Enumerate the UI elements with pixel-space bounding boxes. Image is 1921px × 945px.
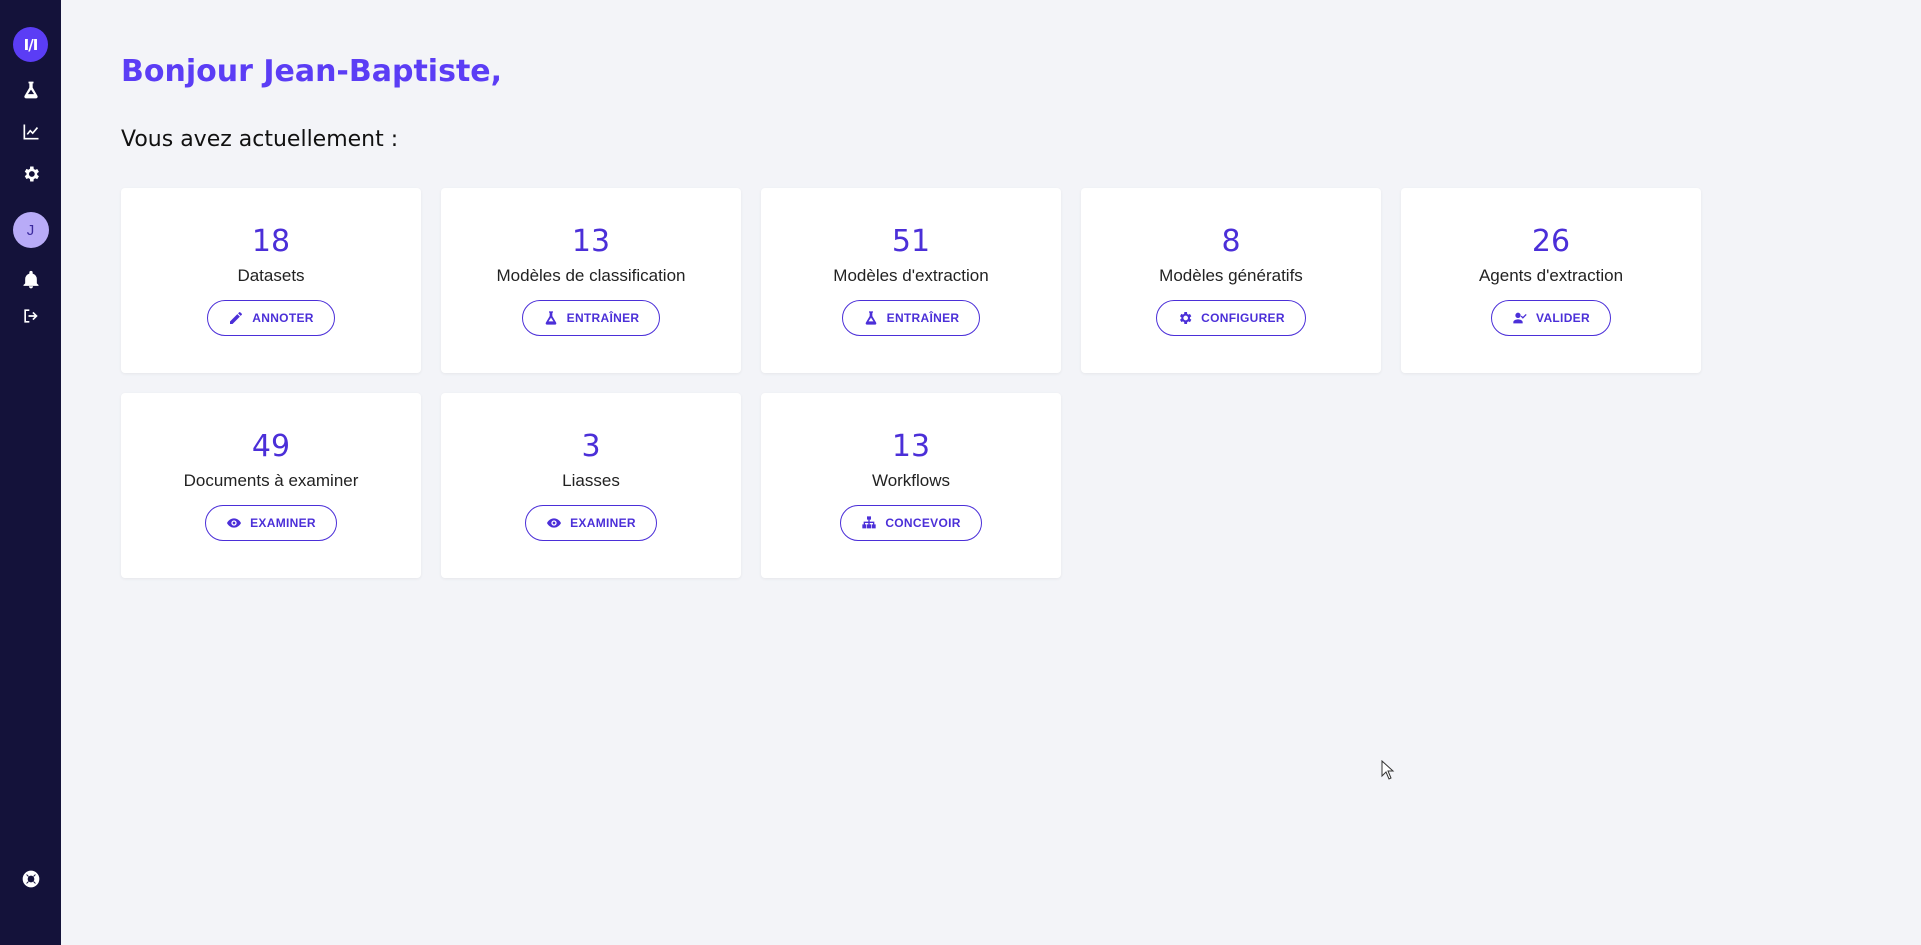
review-bundles-button[interactable]: EXAMINER <box>525 505 657 541</box>
user-check-icon <box>1512 310 1528 326</box>
button-label: CONCEVOIR <box>885 516 961 530</box>
button-label: ENTRAÎNER <box>886 311 960 325</box>
sign-out-icon[interactable] <box>17 302 45 330</box>
help-lifebuoy-icon[interactable] <box>17 865 45 893</box>
sitemap-icon <box>861 515 877 531</box>
chart-line-icon[interactable] <box>17 118 45 146</box>
eye-icon <box>546 515 562 531</box>
button-label: ANNOTER <box>252 311 314 325</box>
flask-icon <box>543 310 559 326</box>
flask-icon[interactable] <box>17 76 45 104</box>
pencil-icon <box>228 310 244 326</box>
button-label: CONFIGURER <box>1201 311 1285 325</box>
card-datasets: 18 Datasets ANNOTER <box>121 188 421 373</box>
card-count: 26 <box>1531 224 1571 259</box>
card-count: 51 <box>891 224 931 259</box>
card-label: Modèles de classification <box>496 266 686 285</box>
validate-button[interactable]: VALIDER <box>1491 300 1611 336</box>
card-count: 8 <box>1221 224 1241 259</box>
card-bundles: 3 Liasses EXAMINER <box>441 393 741 578</box>
button-label: EXAMINER <box>570 516 636 530</box>
review-documents-button[interactable]: EXAMINER <box>205 505 337 541</box>
annotate-button[interactable]: ANNOTER <box>207 300 335 336</box>
button-label: VALIDER <box>1536 311 1590 325</box>
configure-button[interactable]: CONFIGURER <box>1156 300 1306 336</box>
card-label: Datasets <box>237 266 305 285</box>
avatar[interactable]: J <box>12 212 49 248</box>
greeting-title: Bonjour Jean-Baptiste, <box>121 54 503 89</box>
card-label: Modèles d'extraction <box>833 266 989 285</box>
button-label: ENTRAÎNER <box>566 311 640 325</box>
card-extraction-models: 51 Modèles d'extraction ENTRAÎNER <box>761 188 1061 373</box>
summary-cards: 18 Datasets ANNOTER 13 Modèles de classi… <box>121 188 1701 578</box>
card-label: Agents d'extraction <box>1478 266 1624 285</box>
train-extraction-button[interactable]: ENTRAÎNER <box>841 300 981 336</box>
button-label: EXAMINER <box>250 516 316 530</box>
card-generative-models: 8 Modèles génératifs CONFIGURER <box>1081 188 1381 373</box>
gear-icon[interactable] <box>17 160 45 188</box>
card-label: Documents à examiner <box>183 471 359 490</box>
card-documents-to-review: 49 Documents à examiner EXAMINER <box>121 393 421 578</box>
card-count: 13 <box>571 224 611 259</box>
card-label: Modèles génératifs <box>1159 266 1303 285</box>
card-workflows: 13 Workflows CONCEVOIR <box>761 393 1061 578</box>
card-label: Workflows <box>871 471 951 490</box>
summary-subtitle: Vous avez actuellement : <box>121 127 399 152</box>
card-count: 13 <box>891 429 931 464</box>
card-count: 3 <box>581 429 601 464</box>
design-workflow-button[interactable]: CONCEVOIR <box>840 505 982 541</box>
bell-icon[interactable] <box>17 266 45 294</box>
eye-icon <box>226 515 242 531</box>
sidebar: I/I J <box>0 0 61 945</box>
card-count: 18 <box>251 224 291 259</box>
train-classification-button[interactable]: ENTRAÎNER <box>521 300 661 336</box>
mouse-cursor-icon <box>1381 760 1395 780</box>
app-logo[interactable]: I/I <box>13 27 48 62</box>
card-count: 49 <box>251 429 291 464</box>
card-classification-models: 13 Modèles de classification ENTRAÎNER <box>441 188 741 373</box>
main-content: Bonjour Jean-Baptiste, Vous avez actuell… <box>61 0 1921 945</box>
card-label: Liasses <box>562 471 620 490</box>
flask-icon <box>863 310 879 326</box>
card-extraction-agents: 26 Agents d'extraction VALIDER <box>1401 188 1701 373</box>
gear-icon <box>1177 310 1193 326</box>
